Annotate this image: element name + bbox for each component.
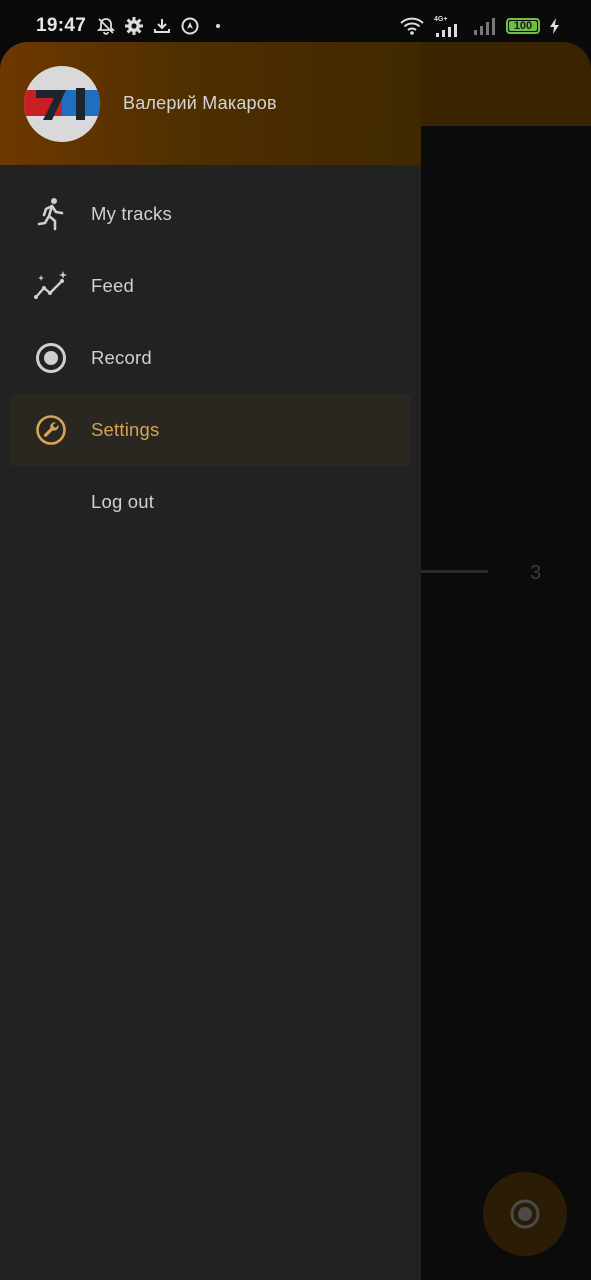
status-time: 19:47 xyxy=(36,15,87,36)
sparkle-chart-icon xyxy=(34,269,68,303)
gear-icon xyxy=(124,16,144,36)
download-icon xyxy=(152,16,172,36)
menu-item-settings[interactable]: Settings xyxy=(10,394,411,466)
wifi-icon xyxy=(399,16,425,36)
cellular-signal-icon: 4G+ xyxy=(434,16,464,37)
record-icon xyxy=(510,1199,540,1229)
drawer-header: Валерий Макаров xyxy=(0,42,421,165)
drawer-menu: My tracks Feed Record Settings Log out xyxy=(0,178,421,538)
menu-item-log-out[interactable]: Log out xyxy=(0,466,421,538)
wrench-icon xyxy=(34,413,68,447)
user-name: Валерий Макаров xyxy=(123,93,277,113)
battery-level: 100 xyxy=(513,20,533,32)
background-number: 3 xyxy=(530,562,542,584)
menu-item-feed[interactable]: Feed xyxy=(0,250,421,322)
record-icon xyxy=(34,341,68,375)
cellular-signal-2-icon xyxy=(473,17,497,35)
network-label: 4G+ xyxy=(434,15,448,23)
dot-icon xyxy=(208,16,228,36)
avatar-logo-icon xyxy=(24,87,100,120)
location-icon xyxy=(180,16,200,36)
menu-label-settings: Settings xyxy=(91,419,160,440)
battery-indicator: 100 xyxy=(506,18,540,34)
charging-icon xyxy=(549,17,561,35)
menu-label-log-out: Log out xyxy=(91,491,155,512)
background-progress-line xyxy=(420,570,488,573)
avatar[interactable] xyxy=(24,65,100,142)
menu-label-my-tracks: My tracks xyxy=(91,203,172,224)
navigation-drawer: Валерий Макаров My tracks Feed Record Se… xyxy=(0,42,421,1280)
bell-off-icon xyxy=(96,16,116,36)
running-person-icon xyxy=(34,197,68,231)
menu-label-feed: Feed xyxy=(91,275,134,296)
menu-item-my-tracks[interactable]: My tracks xyxy=(0,178,421,250)
menu-label-record: Record xyxy=(91,347,152,368)
record-fab[interactable] xyxy=(483,1172,567,1256)
menu-item-record[interactable]: Record xyxy=(0,322,421,394)
status-bar: 19:47 4G+ 100 xyxy=(0,0,591,52)
